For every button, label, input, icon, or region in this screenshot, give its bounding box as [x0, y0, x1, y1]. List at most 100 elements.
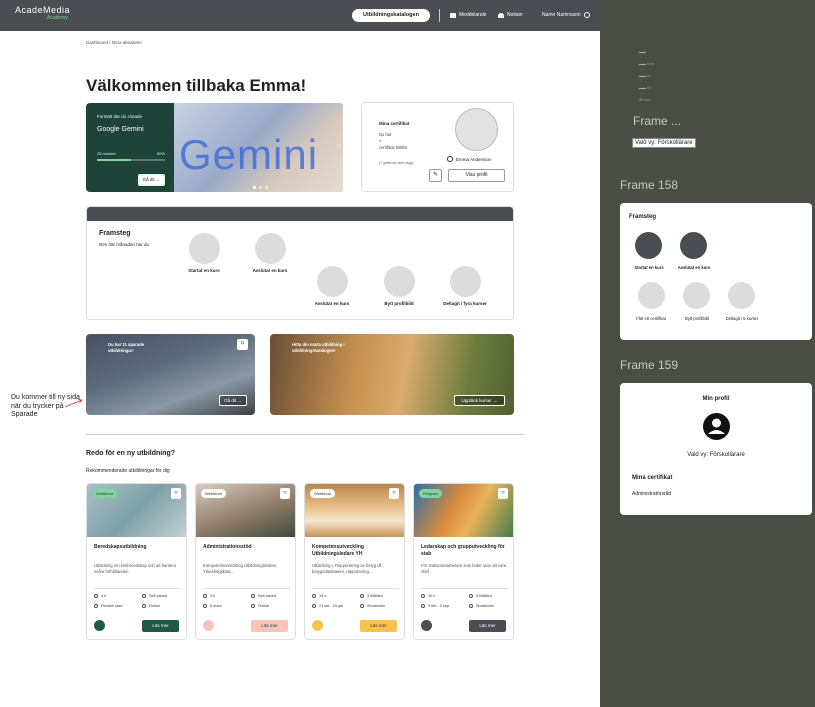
date-text: Flexibel start [101, 604, 123, 608]
frame-label: Frame 158 [620, 178, 679, 192]
catalog-promo[interactable]: Hitta din nästa utbildning i utbildnings… [270, 334, 514, 415]
bookmark-icon[interactable]: ⌑ [389, 488, 399, 499]
messages-link[interactable]: Meddelande [450, 12, 487, 18]
badge-label: Fått ett certifikat [636, 316, 666, 321]
date-text: 6 mars [210, 604, 222, 608]
course-description: Utbildning om krisberedskap och att hant… [94, 563, 176, 574]
course-tag: Webbinar [310, 489, 336, 498]
course-card[interactable]: Webbinar ⌑ Beredskapsutbildning Utbildni… [86, 483, 187, 640]
carousel-dot[interactable] [259, 186, 262, 189]
clock-icon [312, 594, 316, 598]
badge-label: Avslutat en kurs [314, 301, 350, 306]
location-text: Online [149, 604, 160, 608]
user-menu[interactable]: Namn Namnsson [542, 12, 590, 18]
course-location: Online [142, 604, 160, 608]
pace-icon [469, 594, 473, 598]
course-pace: Self paced [251, 594, 276, 598]
badge-label: Startat en kurs [634, 265, 664, 270]
card-divider [312, 588, 399, 589]
hero-progress-fill [97, 159, 131, 161]
badge-label: Avslutat en kurs [677, 265, 711, 270]
gemini-brand-text: Gemini [179, 131, 319, 178]
mini-line: ▬▬ ▪▪▪▪▪▪ [639, 62, 655, 66]
course-card[interactable]: Webbinar ⌑ Kompetensutveckling Utbildnin… [304, 483, 405, 640]
course-location: Stockholm [360, 604, 385, 608]
read-more-button[interactable]: Läs mer [251, 620, 288, 632]
academedia-logo[interactable]: AcadeMedia Academy [15, 6, 70, 21]
bookmark-icon[interactable]: ⌑ [280, 488, 290, 499]
messages-label: Meddelande [459, 12, 487, 18]
course-duration: 4 h [203, 594, 215, 598]
frame-label: Frame 159 [620, 358, 679, 372]
profile-name-text: Emma Andersson [456, 156, 492, 162]
read-more-button[interactable]: Läs mer [469, 620, 506, 632]
badge-circle [638, 282, 665, 309]
pace-icon [360, 594, 364, 598]
hero-course-title: Google Gemini [97, 126, 144, 133]
bookmark-icon[interactable]: ⌑ [498, 488, 508, 499]
profile-name: Emma Andersson [447, 156, 492, 162]
saved-courses-promo[interactable]: Du har 11 sparade utbildningar! ⌑ Gå dit… [86, 334, 255, 415]
duration-text: 10 h [428, 594, 436, 598]
badge-circle [384, 266, 415, 297]
certificates-card: Mina certifikat Du har 7 certifikat hitt… [361, 102, 514, 192]
valid-view-label: Vald vy: Förskollärare [687, 452, 745, 458]
provider-icon [312, 620, 323, 631]
course-duration: 15 h [312, 594, 326, 598]
calendar-icon [312, 604, 316, 608]
pace-icon [142, 594, 146, 598]
progress-section: Framsteg Den här månaden har du Startat … [86, 206, 514, 320]
location-icon [251, 604, 255, 608]
carousel-dot[interactable] [253, 186, 256, 189]
certificates-title: Mina certifikat [632, 475, 673, 481]
view-profile-button[interactable]: Visa profil [448, 169, 505, 182]
location-text: Stockholm [367, 604, 385, 608]
course-tag: Program [419, 489, 443, 498]
course-tag: Webbinar [92, 489, 118, 498]
clock-icon [94, 594, 98, 598]
pace-icon [251, 594, 255, 598]
course-location: Online [251, 604, 269, 608]
course-pace: 3 tillfällen [360, 594, 383, 598]
course-tag: Webbinar [201, 489, 227, 498]
read-more-button[interactable]: Läs mer [142, 620, 179, 632]
bookmark-icon[interactable]: ⌑ [171, 488, 181, 499]
panel-title: Min profil [702, 396, 730, 402]
bookmark-icon[interactable]: ⌑ [237, 339, 248, 350]
hero-eyebrow: Fortsätt där du slutade [97, 114, 143, 119]
hero-go-button[interactable]: Gå dit → [138, 174, 165, 186]
location-text: Online [258, 604, 269, 608]
certificates-title: Mina certifikat [379, 121, 410, 126]
canvas: AcadeMedia Academy Utbildningskatalogen … [0, 0, 815, 707]
badge-circle [255, 233, 286, 264]
promo-go-button[interactable]: Gå dit → [219, 395, 247, 406]
chevron-right-icon[interactable]: › [338, 143, 340, 150]
course-card[interactable]: Program ⌑ Ledarskap och grupputveckling … [413, 483, 514, 640]
notices-link[interactable]: Notiser [498, 12, 523, 18]
catalog-button[interactable]: Utbildningskatalogen [352, 9, 430, 22]
read-more-button[interactable]: Läs mer [360, 620, 397, 632]
hero-duration: 25 minuter [97, 151, 116, 156]
edit-icon[interactable]: ✎ [429, 169, 442, 182]
calendar-icon [421, 604, 425, 608]
mini-line: ▬▬ ▪▪▪ [639, 86, 651, 90]
course-pace: Self paced [142, 594, 167, 598]
mini-line: ▬▬ [639, 50, 646, 54]
continue-course-banner[interactable]: Gemini Fortsätt där du slutade Google Ge… [86, 103, 343, 192]
top-navigation-bar: AcadeMedia Academy Utbildningskatalogen … [0, 0, 600, 31]
promo-text: Hitta din nästa utbildning i utbildnings… [292, 342, 345, 353]
user-name: Namn Namnsson [542, 12, 581, 18]
discover-courses-button[interactable]: Upptäck kurser → [454, 395, 505, 406]
progress-panel: Framsteg Startat en kurs Avslutat en kur… [620, 203, 812, 340]
hero-progress-label: 50% [156, 151, 165, 156]
duration-text: 4 h [210, 594, 216, 598]
cert-note: (+ gäller/ex-dom-tagg) [379, 161, 414, 165]
calendar-icon [94, 604, 98, 608]
provider-icon [203, 620, 214, 631]
mini-line: ▬▬ ▪▪▪ [639, 74, 651, 78]
course-card[interactable]: Webbinar ⌑ Administrationsstöd Kompetens… [195, 483, 296, 640]
carousel-dot[interactable] [265, 186, 268, 189]
breadcrumb[interactable]: Dashboard / Mina aktiviteter [86, 40, 142, 45]
logo-main: AcadeMedia [15, 5, 71, 15]
course-pace: 6 tillfällen [469, 594, 492, 598]
